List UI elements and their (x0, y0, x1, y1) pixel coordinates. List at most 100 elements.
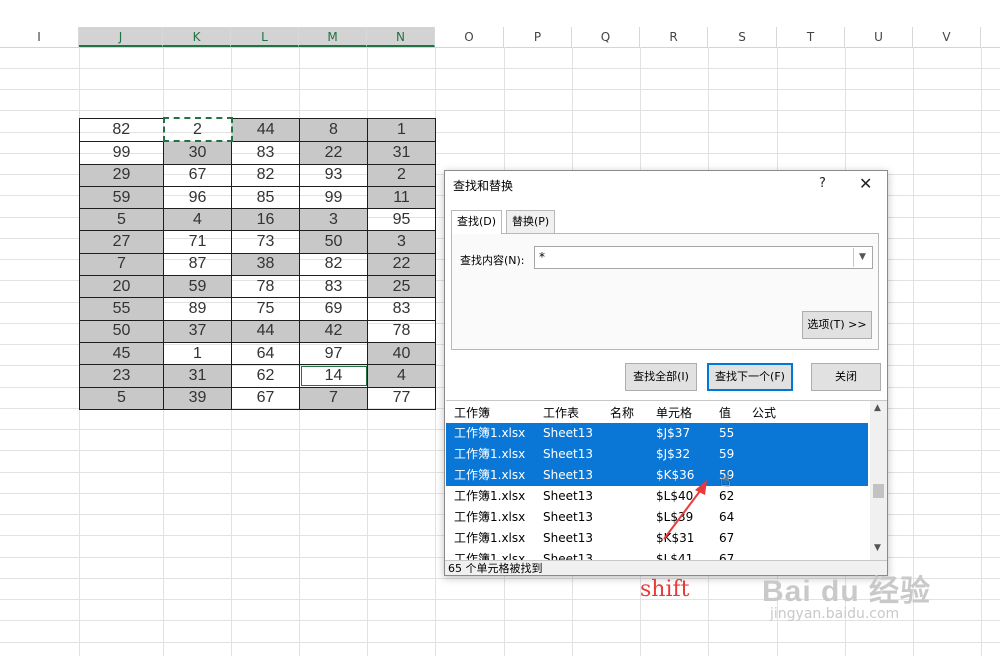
column-header-n[interactable]: N (367, 27, 435, 47)
table-cell[interactable]: 82 (231, 163, 300, 187)
tab-find[interactable]: 查找(D) (451, 210, 503, 234)
table-cell[interactable]: 38 (231, 252, 300, 277)
column-header-v[interactable]: V (913, 27, 981, 47)
table-cell[interactable]: 8 (299, 117, 368, 142)
column-header-s[interactable]: S (708, 27, 777, 47)
table-cell[interactable]: 89 (163, 297, 232, 321)
table-cell[interactable]: 82 (299, 252, 368, 277)
table-cell[interactable]: 29 (79, 163, 164, 187)
table-cell[interactable]: 22 (299, 140, 368, 165)
result-row[interactable]: 工作簿1.xlsx Sheet13 $K$36 59 (446, 465, 868, 486)
table-cell[interactable]: 99 (79, 140, 164, 165)
table-cell[interactable]: 37 (163, 319, 232, 343)
column-header-o[interactable]: O (435, 27, 504, 47)
table-cell[interactable]: 78 (367, 319, 436, 343)
result-row[interactable]: 工作簿1.xlsx Sheet13 $L$39 64 (446, 507, 868, 528)
chevron-down-icon[interactable]: ▼ (853, 248, 871, 267)
result-row[interactable]: 工作簿1.xlsx Sheet13 $J$32 59 (446, 444, 868, 465)
selected-cell[interactable]: 14 (299, 364, 368, 388)
table-cell[interactable]: 82 (79, 117, 164, 142)
table-cell[interactable]: 3 (367, 230, 436, 254)
column-header-k[interactable]: K (163, 27, 231, 47)
result-row[interactable]: 工作簿1.xlsx Sheet13 $K$31 67 (446, 528, 868, 549)
find-input[interactable]: * ▼ (534, 246, 873, 269)
table-cell[interactable]: 23 (79, 364, 164, 388)
table-cell[interactable]: 44 (231, 117, 300, 142)
column-header-r[interactable]: R (640, 27, 708, 47)
header-sheet[interactable]: 工作表 (543, 404, 579, 421)
table-cell[interactable]: 31 (367, 140, 436, 165)
table-cell[interactable]: 3 (299, 208, 368, 232)
table-cell[interactable]: 20 (79, 275, 164, 299)
table-cell[interactable]: 64 (231, 341, 300, 366)
table-cell[interactable]: 31 (163, 364, 232, 388)
table-cell[interactable]: 73 (231, 230, 300, 254)
column-header-t[interactable]: T (777, 27, 845, 47)
table-cell[interactable]: 44 (231, 319, 300, 343)
column-header-l[interactable]: L (231, 27, 299, 47)
options-button[interactable]: 选项(T) >> (802, 311, 872, 339)
table-cell[interactable]: 5 (79, 386, 164, 410)
table-cell[interactable]: 59 (163, 275, 232, 299)
header-formula[interactable]: 公式 (752, 404, 776, 421)
table-cell[interactable]: 50 (299, 230, 368, 254)
table-cell[interactable]: 39 (163, 386, 232, 410)
table-cell[interactable]: 45 (79, 341, 164, 366)
table-cell[interactable]: 1 (163, 341, 232, 366)
active-cell[interactable]: 2 (162, 116, 233, 143)
scroll-up-icon[interactable]: ▲ (874, 403, 881, 413)
table-cell[interactable]: 77 (367, 386, 436, 410)
column-header-m[interactable]: M (299, 27, 367, 47)
column-header-i[interactable]: I (0, 27, 79, 47)
table-cell[interactable]: 85 (231, 185, 300, 210)
table-cell[interactable]: 40 (367, 341, 436, 366)
header-workbook[interactable]: 工作簿 (454, 404, 490, 421)
result-row[interactable]: 工作簿1.xlsx Sheet13 $L$40 62 (446, 486, 868, 507)
table-cell[interactable]: 69 (299, 297, 368, 321)
table-cell[interactable]: 2 (367, 163, 436, 187)
table-cell[interactable]: 97 (299, 341, 368, 366)
table-cell[interactable]: 83 (367, 297, 436, 321)
table-cell[interactable]: 7 (79, 252, 164, 277)
table-cell[interactable]: 87 (163, 252, 232, 277)
table-cell[interactable]: 30 (163, 140, 232, 165)
results-scrollbar[interactable]: ▲ ▼ (870, 401, 887, 561)
table-cell[interactable]: 25 (367, 275, 436, 299)
table-cell[interactable]: 62 (231, 364, 300, 388)
header-cell[interactable]: 单元格 (656, 404, 692, 421)
table-cell[interactable]: 99 (299, 185, 368, 210)
header-name[interactable]: 名称 (610, 404, 634, 421)
column-header-j[interactable]: J (79, 27, 163, 47)
table-cell[interactable]: 4 (367, 364, 436, 388)
table-cell[interactable]: 1 (367, 117, 436, 142)
find-all-button[interactable]: 查找全部(I) (625, 363, 697, 391)
table-cell[interactable]: 93 (299, 163, 368, 187)
table-cell[interactable]: 67 (163, 163, 232, 187)
close-icon[interactable]: ✕ (859, 174, 872, 193)
table-cell[interactable]: 16 (231, 208, 300, 232)
close-button[interactable]: 关闭 (811, 363, 881, 391)
column-header-u[interactable]: U (845, 27, 913, 47)
column-header-p[interactable]: P (504, 27, 572, 47)
table-cell[interactable]: 42 (299, 319, 368, 343)
find-next-button[interactable]: 查找下一个(F) (707, 363, 793, 391)
table-cell[interactable]: 4 (163, 208, 232, 232)
table-cell[interactable]: 83 (231, 140, 300, 165)
table-cell[interactable]: 55 (79, 297, 164, 321)
table-cell[interactable]: 83 (299, 275, 368, 299)
table-cell[interactable]: 7 (299, 386, 368, 410)
result-row[interactable]: 工作簿1.xlsx Sheet13 $J$37 55 (446, 423, 868, 444)
table-cell[interactable]: 78 (231, 275, 300, 299)
table-cell[interactable]: 50 (79, 319, 164, 343)
table-cell[interactable]: 71 (163, 230, 232, 254)
table-cell[interactable]: 5 (79, 208, 164, 232)
header-value[interactable]: 值 (719, 404, 731, 421)
table-cell[interactable]: 22 (367, 252, 436, 277)
scroll-thumb[interactable] (873, 484, 884, 498)
scroll-down-icon[interactable]: ▼ (874, 543, 881, 553)
table-cell[interactable]: 95 (367, 208, 436, 232)
table-cell[interactable]: 75 (231, 297, 300, 321)
table-cell[interactable]: 11 (367, 185, 436, 210)
table-cell[interactable]: 59 (79, 185, 164, 210)
tab-replace[interactable]: 替换(P) (506, 210, 556, 233)
